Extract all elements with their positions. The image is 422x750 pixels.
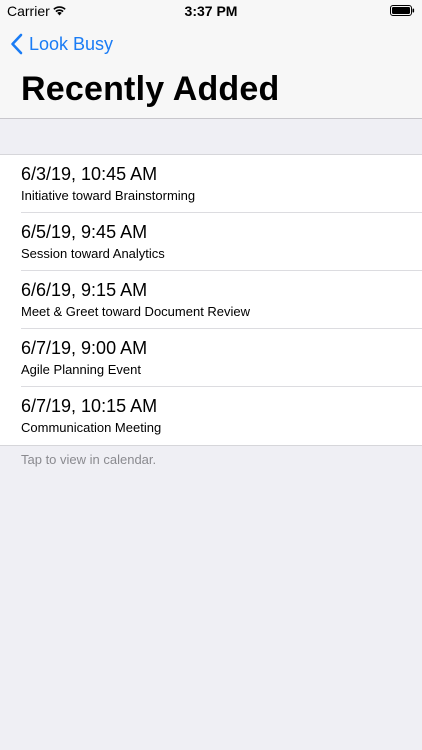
event-datetime: 6/6/19, 9:15 AM <box>21 280 148 300</box>
battery-icon <box>390 5 415 16</box>
list-item[interactable]: 6/3/19, 10:45 AM Initiative toward Brain… <box>0 155 422 213</box>
event-name: Initiative toward Brainstorming <box>21 188 196 203</box>
event-datetime: 6/3/19, 10:45 AM <box>21 164 158 184</box>
list-item[interactable]: 6/5/19, 9:45 AM Session toward Analytics <box>0 213 422 271</box>
event-list: 6/3/19, 10:45 AM Initiative toward Brain… <box>0 154 422 446</box>
back-button[interactable]: Look Busy <box>10 31 113 57</box>
list-item[interactable]: 6/6/19, 9:15 AM Meet & Greet toward Docu… <box>0 271 422 329</box>
event-datetime: 6/7/19, 10:15 AM <box>21 396 158 416</box>
chevron-left-icon <box>11 33 23 55</box>
list-item[interactable]: 6/7/19, 9:00 AM Agile Planning Event <box>0 329 422 387</box>
navigation-bar: Look Busy Recently Added <box>0 22 422 119</box>
status-time: 3:37 PM <box>184 3 238 19</box>
event-name: Session toward Analytics <box>21 246 165 261</box>
footer-hint: Tap to view in calendar. <box>21 452 157 467</box>
event-name: Meet & Greet toward Document Review <box>21 304 251 319</box>
page-title: Recently Added <box>21 70 280 108</box>
event-datetime: 6/5/19, 9:45 AM <box>21 222 148 242</box>
back-button-label: Look Busy <box>29 33 114 54</box>
event-datetime: 6/7/19, 9:00 AM <box>21 338 148 358</box>
event-name: Communication Meeting <box>21 420 162 435</box>
event-name: Agile Planning Event <box>21 362 141 377</box>
list-item[interactable]: 6/7/19, 10:15 AM Communication Meeting <box>0 387 422 445</box>
status-bar: Carrier 3:37 PM <box>0 0 422 22</box>
